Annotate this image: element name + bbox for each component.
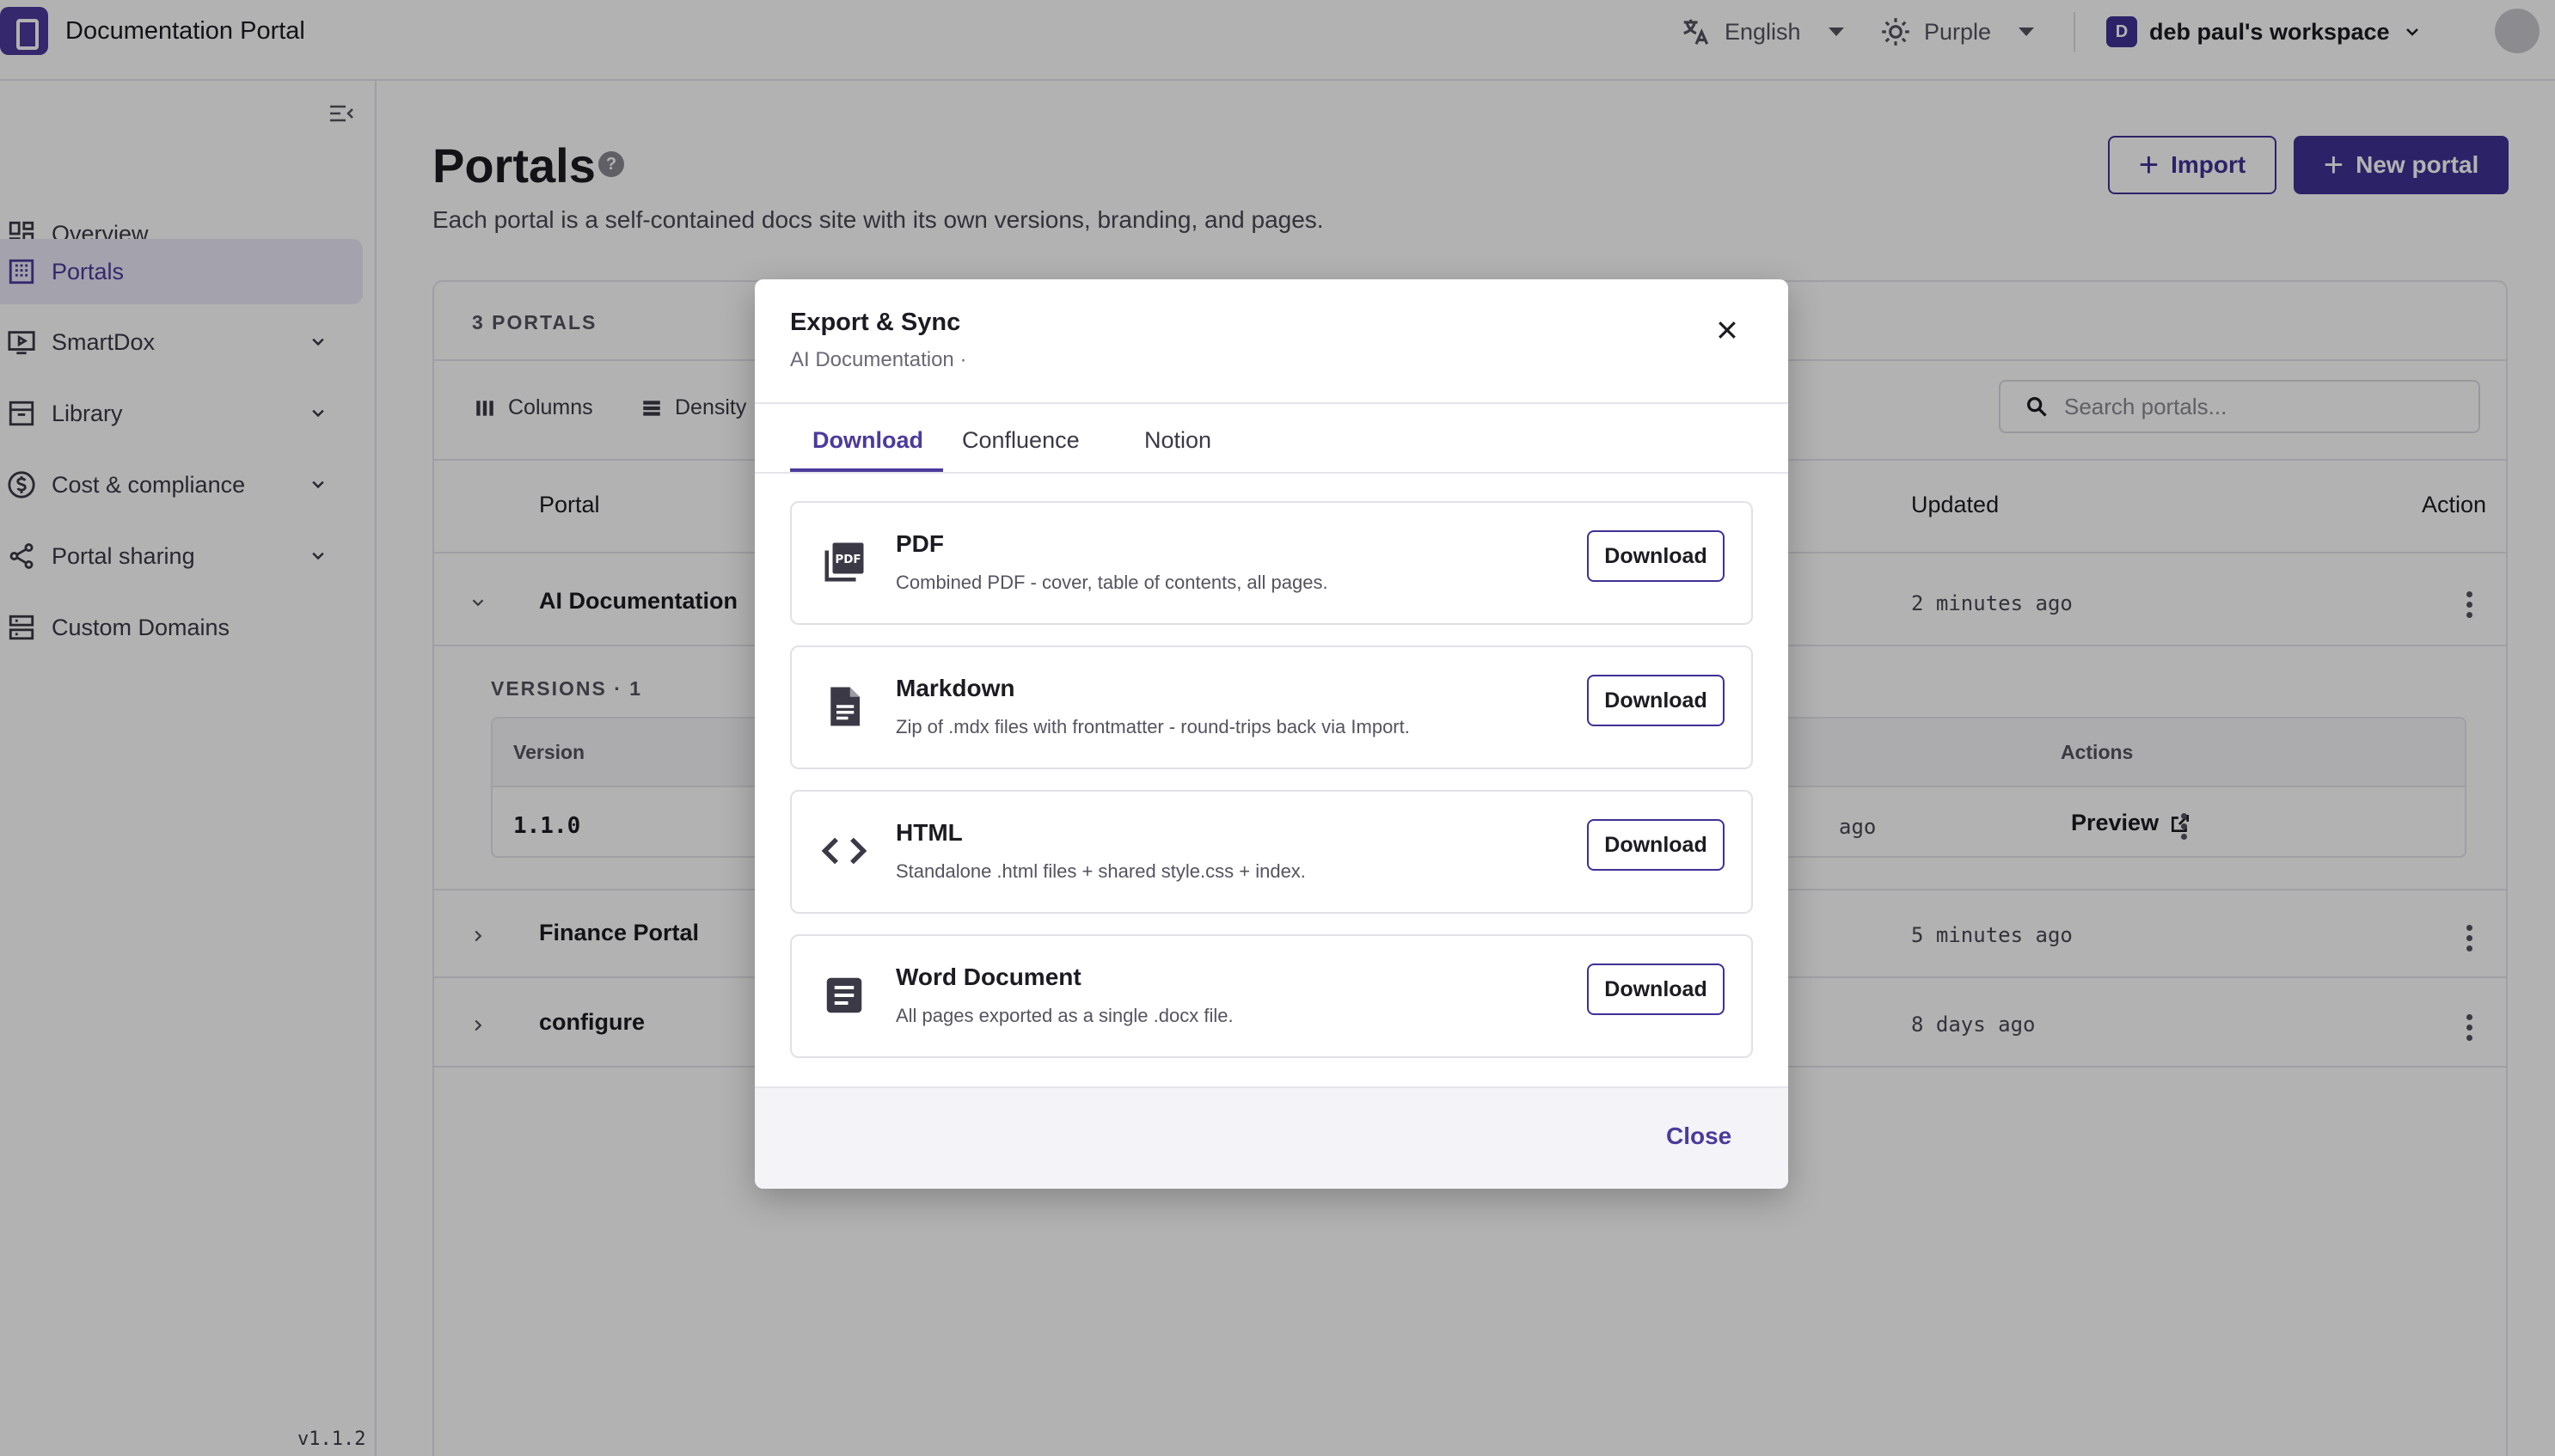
svg-text:PDF: PDF	[835, 553, 861, 566]
download-pdf-button[interactable]: Download	[1587, 530, 1725, 582]
dialog-subtitle: AI Documentation ·	[790, 348, 967, 371]
tab-download[interactable]: Download	[812, 427, 923, 454]
export-description: Combined PDF - cover, table of contents,…	[896, 572, 1328, 593]
dialog-footer: Close	[755, 1086, 1788, 1189]
export-description: Zip of .mdx files with frontmatter - rou…	[896, 716, 1410, 737]
download-html-button[interactable]: Download	[1587, 819, 1725, 871]
export-title: HTML	[896, 819, 963, 846]
export-title: Markdown	[896, 675, 1015, 701]
export-title: Word Document	[896, 964, 1081, 990]
export-sync-dialog: Export & Sync AI Documentation · Downloa…	[755, 279, 1788, 1189]
word-doc-icon	[826, 977, 862, 1013]
tab-notion[interactable]: Notion	[1144, 427, 1211, 454]
export-description: Standalone .html files + shared style.cs…	[896, 860, 1306, 882]
export-option-html: HTML Standalone .html files + shared sty…	[790, 790, 1753, 914]
export-title: PDF	[896, 530, 944, 557]
export-option-markdown: Markdown Zip of .mdx files with frontmat…	[790, 645, 1753, 769]
export-option-pdf: PDF PDF Combined PDF - cover, table of c…	[790, 501, 1753, 625]
tab-confluence[interactable]: Confluence	[962, 427, 1080, 454]
export-option-word: Word Document All pages exported as a si…	[790, 934, 1753, 1058]
close-button[interactable]: Close	[1666, 1123, 1731, 1150]
download-word-button[interactable]: Download	[1587, 964, 1725, 1015]
divider	[755, 472, 1788, 474]
download-markdown-button[interactable]: Download	[1587, 675, 1725, 726]
code-icon	[821, 837, 867, 865]
pdf-icon: PDF	[824, 542, 864, 582]
close-icon[interactable]	[1714, 317, 1740, 343]
document-icon	[830, 687, 860, 726]
export-description: All pages exported as a single .docx fil…	[896, 1005, 1234, 1026]
dialog-title: Export & Sync	[790, 309, 961, 336]
divider	[755, 402, 1788, 404]
